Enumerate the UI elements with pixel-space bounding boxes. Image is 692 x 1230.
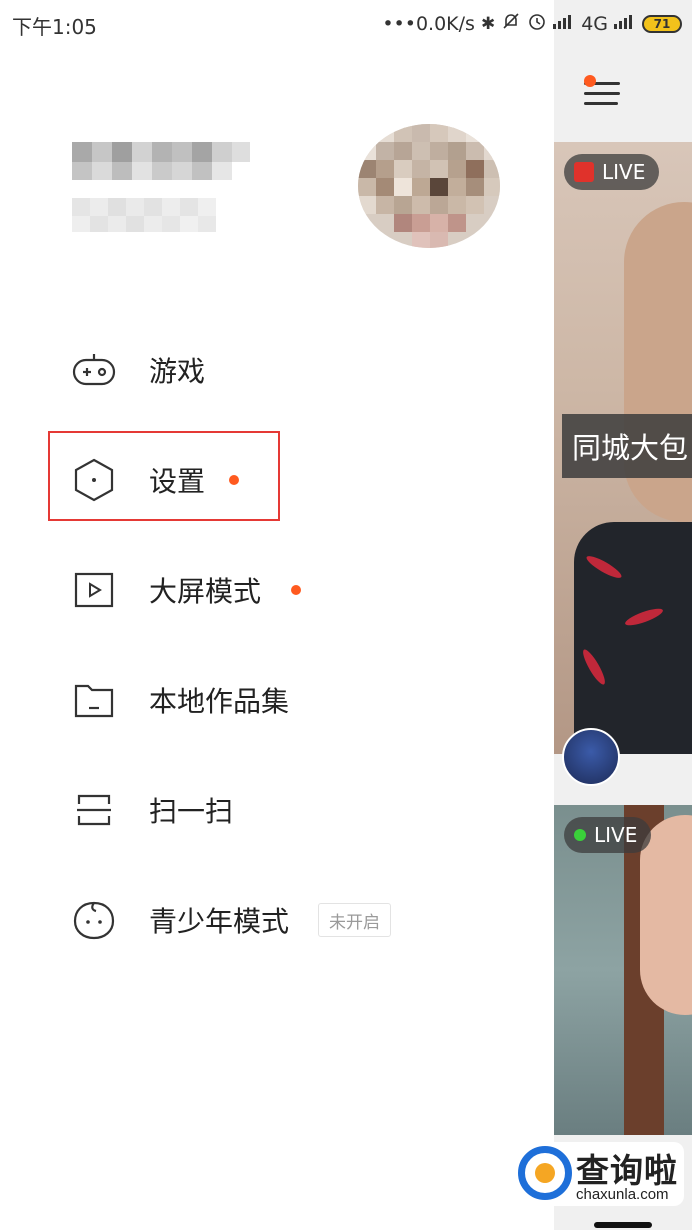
live-badge: LIVE — [564, 817, 652, 853]
gamepad-icon — [72, 348, 116, 392]
status-badge: 未开启 — [318, 903, 391, 937]
live-card[interactable]: LIVE 同城大包 — [554, 142, 692, 754]
play-box-icon — [72, 568, 116, 612]
menu-item-games[interactable]: 游戏 — [0, 315, 554, 425]
new-dot-indicator — [291, 585, 301, 595]
menu-item-label: 本地作品集 — [149, 685, 290, 718]
status-time: 下午1:05 — [12, 15, 97, 39]
profile-name-pixelated[interactable] — [72, 142, 252, 182]
menu-item-label: 大屏模式 — [149, 575, 262, 608]
background-feed[interactable]: LIVE 同城大包 LIVE — [554, 0, 692, 1230]
scan-icon — [72, 788, 116, 832]
avatar[interactable] — [358, 124, 500, 248]
watermark-logo-icon — [518, 1146, 572, 1200]
live-card[interactable]: LIVE — [554, 805, 692, 1135]
menu-item-label: 游戏 — [149, 355, 206, 388]
menu-icon[interactable] — [584, 75, 622, 110]
menu-item-label: 青少年模式 — [149, 905, 290, 938]
annotation-highlight-box — [48, 431, 280, 521]
signal-icon-2 — [614, 13, 636, 34]
watermark: 查询啦 chaxunla.com — [516, 1142, 684, 1206]
streamer-avatar[interactable] — [562, 728, 620, 786]
bluetooth-icon: ✱ — [480, 13, 496, 34]
child-face-icon — [72, 898, 116, 942]
mute-bell-icon — [501, 11, 521, 36]
menu-item-teen-mode[interactable]: 青少年模式 未开启 — [0, 865, 554, 975]
menu-item-big-screen-mode[interactable]: 大屏模式 — [0, 535, 554, 645]
folder-icon — [72, 678, 116, 722]
watermark-url: chaxunla.com — [576, 1186, 669, 1203]
battery-icon: 71 — [642, 14, 682, 33]
profile-subtitle-pixelated — [72, 198, 218, 234]
live-icon — [574, 829, 586, 841]
signal-icon — [553, 13, 575, 34]
watermark-title: 查询啦 — [576, 1151, 678, 1190]
side-drawer: 游戏 设置 大屏模式 本地作品集 扫一扫 青少年模式 未开启 — [0, 0, 554, 1230]
menu-item-local-works[interactable]: 本地作品集 — [0, 645, 554, 755]
notification-dot — [584, 75, 596, 87]
status-bar: 下午1:05 •••0.0K/s ✱ 4G 71 — [0, 0, 692, 48]
network-speed: •••0.0K/s — [382, 12, 475, 35]
location-tag: 同城大包 — [562, 414, 692, 478]
alarm-icon — [527, 11, 547, 36]
live-badge: LIVE — [564, 154, 660, 190]
home-indicator — [594, 1222, 652, 1228]
menu-item-label: 扫一扫 — [149, 795, 234, 828]
live-icon — [574, 162, 594, 182]
network-type-label: 4G — [581, 12, 608, 35]
status-icons: •••0.0K/s ✱ 4G 71 — [382, 11, 682, 36]
menu-item-scan[interactable]: 扫一扫 — [0, 755, 554, 865]
